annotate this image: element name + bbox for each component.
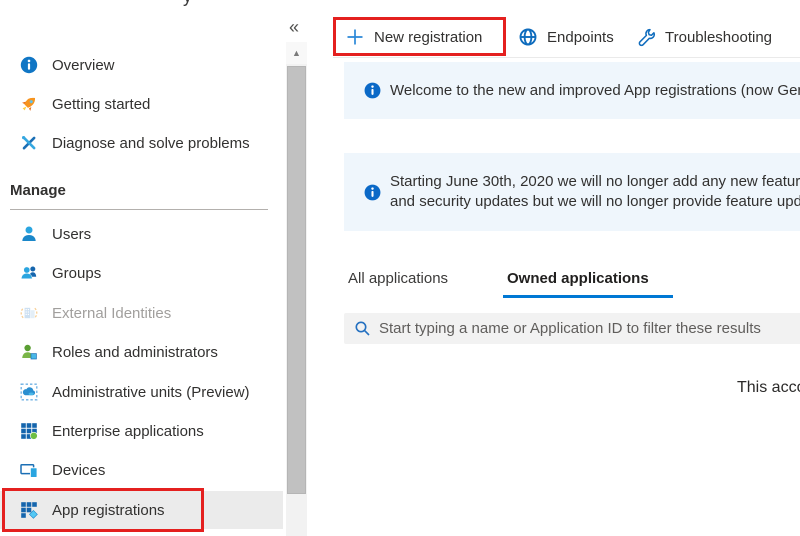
deprecation-info-banner: Starting June 30th, 2020 we will no long… [344,153,800,231]
app-registrations-icon [20,501,38,519]
sidebar-item-label: Diagnose and solve problems [52,135,250,152]
welcome-banner-text: Welcome to the new and improved App regi… [390,81,800,101]
welcome-info-banner: Welcome to the new and improved App regi… [344,62,800,119]
globe-icon [518,27,538,47]
sidebar-item-label: Users [52,226,91,243]
sidebar-item-admin-units[interactable]: Administrative units (Preview) [0,373,283,411]
info-circle-icon [364,82,381,99]
sidebar-item-users[interactable]: Users [0,215,283,253]
info-circle-icon [364,184,381,201]
sidebar-item-label: External Identities [52,305,171,322]
roles-icon [20,343,38,361]
filter-search-input[interactable] [379,320,799,337]
sidebar-item-label: Devices [52,462,105,479]
user-icon [20,225,38,243]
sidebar-item-label: Enterprise applications [52,423,204,440]
sidebar-item-diagnose[interactable]: Diagnose and solve problems [0,124,283,162]
external-identities-icon [20,304,38,322]
tab-owned-applications[interactable]: Owned applications [507,270,649,292]
filter-search-box[interactable] [344,313,800,344]
sidebar-section-manage: Manage [10,182,66,199]
sidebar-item-roles[interactable]: Roles and administrators [0,333,283,371]
deprecation-line-2: and security updates but we will no long… [390,193,800,210]
sidebar-item-label: Getting started [52,96,150,113]
endpoints-button[interactable]: Endpoints [518,26,614,48]
sidebar-collapse-icon[interactable]: « [289,17,299,38]
page-title-fragment: y [183,0,192,7]
sidebar-item-label: Groups [52,265,101,282]
tab-all-applications[interactable]: All applications [348,270,448,292]
deprecation-line-1: Starting June 30th, 2020 we will no long… [390,173,800,190]
active-tab-underline [503,295,673,298]
sidebar-item-label: Overview [52,57,115,74]
troubleshooting-label: Troubleshooting [665,29,772,46]
sidebar-item-label: Administrative units (Preview) [52,384,250,401]
sidebar-item-external-identities[interactable]: External Identities [0,294,283,332]
info-circle-icon [20,56,38,74]
new-registration-label: New registration [374,29,482,46]
sidebar-item-getting-started[interactable]: Getting started [0,85,283,123]
deprecation-banner-text: Starting June 30th, 2020 we will no long… [390,172,800,212]
sidebar-item-devices[interactable]: Devices [0,451,283,489]
sidebar-item-groups[interactable]: Groups [0,254,283,292]
sidebar-scrollbar[interactable]: ▲ [286,42,307,536]
new-registration-button[interactable]: New registration [345,26,482,48]
sidebar-item-label: App registrations [52,502,165,519]
wrench-icon [636,27,656,47]
plus-icon [345,27,365,47]
tools-icon [20,134,38,152]
rocket-icon [20,95,38,113]
sidebar-item-label: Roles and administrators [52,344,218,361]
sidebar-item-enterprise-apps[interactable]: Enterprise applications [0,412,283,450]
sidebar-item-overview[interactable]: Overview [0,46,283,84]
enterprise-apps-icon [20,422,38,440]
sidebar-divider [10,209,268,210]
sidebar-item-app-registrations[interactable]: App registrations [0,491,283,529]
app-registrations-page: y « Overview Getting started Diagnose an… [0,0,800,536]
devices-icon [20,461,38,479]
scrollbar-up-arrow-icon[interactable]: ▲ [286,42,307,64]
search-icon [354,320,371,337]
account-message-fragment: This accou [737,379,800,397]
admin-units-icon [20,383,38,401]
endpoints-label: Endpoints [547,29,614,46]
scrollbar-thumb[interactable] [287,66,306,494]
troubleshooting-button[interactable]: Troubleshooting [636,26,772,48]
toolbar-divider [333,57,800,58]
users-icon [20,264,38,282]
